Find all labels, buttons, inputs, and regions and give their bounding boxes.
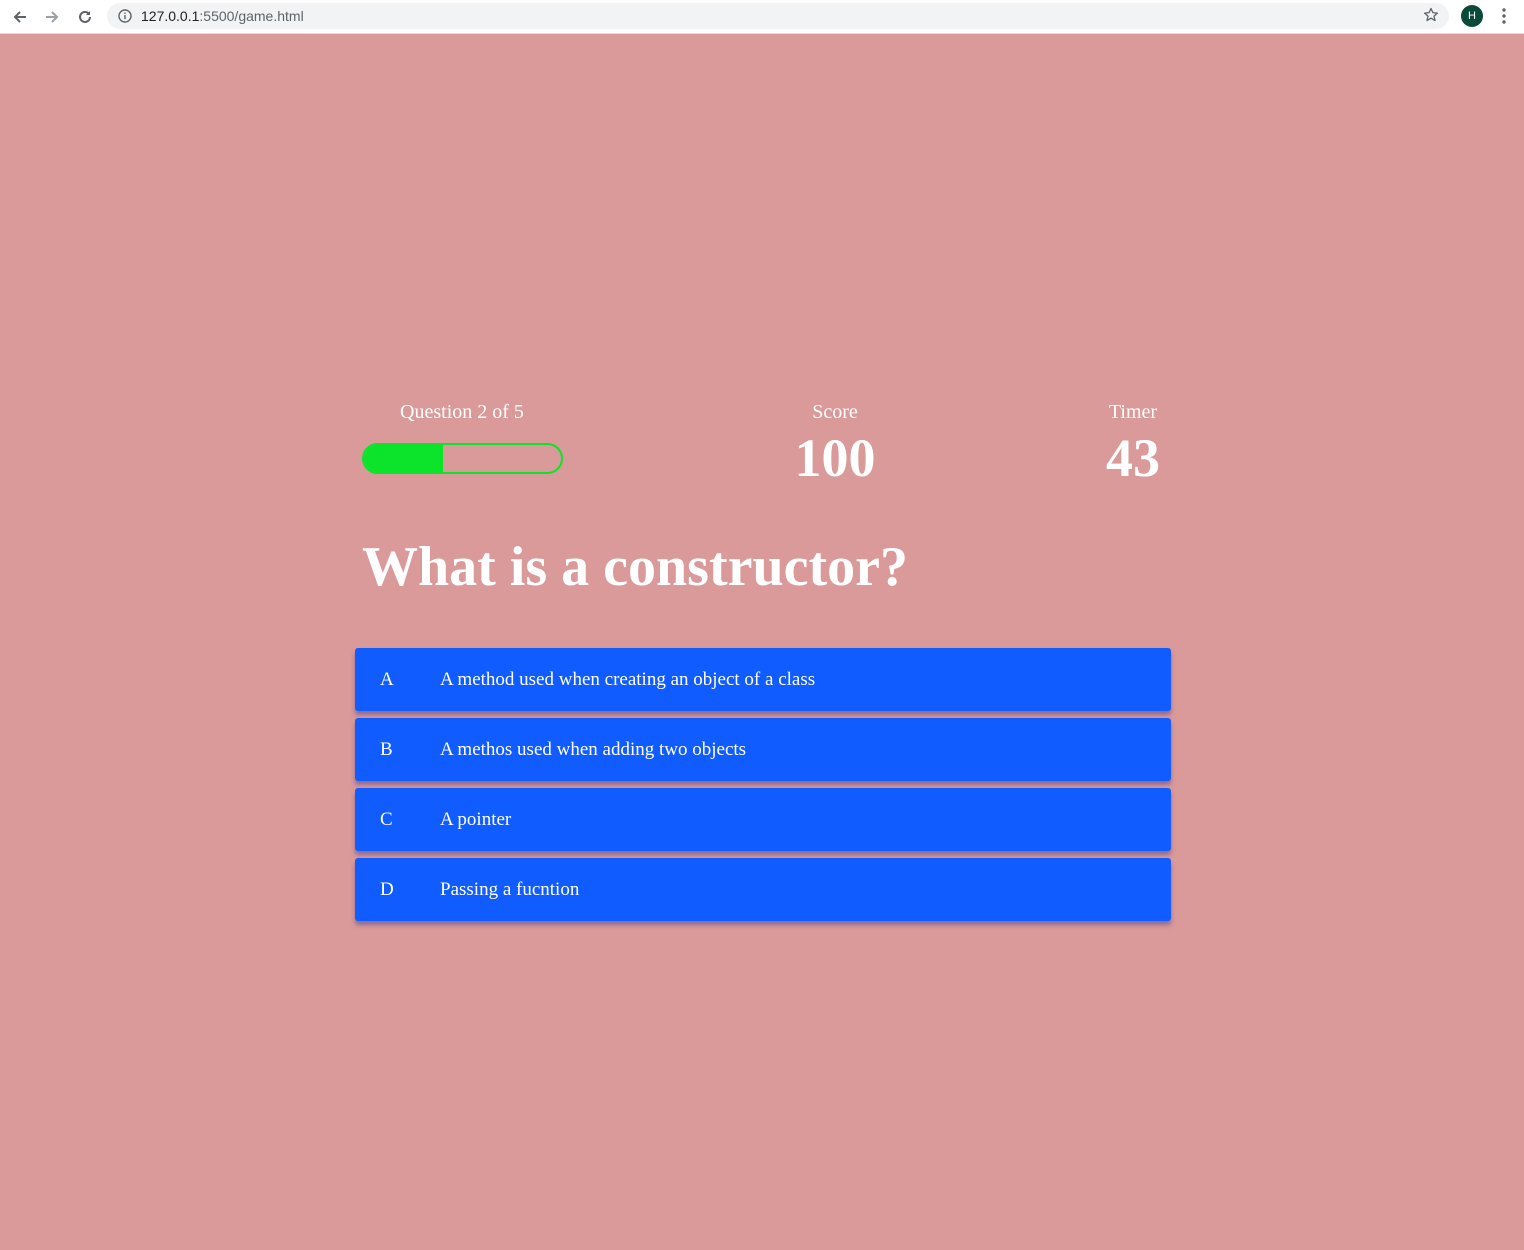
reload-icon[interactable]: [73, 5, 97, 29]
score-label: Score: [812, 401, 858, 423]
more-vert-icon[interactable]: [1496, 6, 1512, 31]
star-icon[interactable]: [1423, 7, 1439, 28]
choice-b[interactable]: B A methos used when adding two objects: [355, 718, 1171, 781]
choice-d[interactable]: D Passing a fucntion: [355, 858, 1171, 921]
question-progress: Question 2 of 5: [362, 400, 562, 424]
browser-toolbar: 127.0.0.1:5500/game.html H: [0, 0, 1524, 34]
info-icon[interactable]: [118, 9, 132, 28]
url-host: 127.0.0.1: [141, 8, 200, 24]
choice-prefix: C: [380, 809, 393, 830]
progress-text: Question 2 of 5: [400, 401, 524, 423]
choice-c[interactable]: C A pointer: [355, 788, 1171, 851]
timer-block: Timer 43: [1073, 400, 1193, 488]
score-block: Score 100: [775, 400, 895, 488]
timer-value: 43: [1106, 428, 1160, 488]
timer-label: Timer: [1108, 401, 1158, 423]
choice-a[interactable]: A A method used when creating an object …: [355, 648, 1171, 711]
choice-text: A method used when creating an object of…: [440, 669, 816, 690]
progress-bar-fill: [364, 445, 443, 472]
forward-arrow-icon[interactable]: [40, 5, 64, 29]
progress-bar: [362, 443, 563, 474]
back-arrow-icon[interactable]: [8, 5, 32, 29]
choice-prefix: A: [380, 669, 394, 690]
avatar[interactable]: H: [1461, 5, 1483, 27]
score-value: 100: [794, 428, 876, 488]
choice-text: A pointer: [440, 809, 512, 830]
url-text: 127.0.0.1:5500/game.html: [141, 7, 304, 25]
choice-prefix: B: [380, 739, 393, 760]
choice-text: A methos used when adding two objects: [440, 739, 747, 760]
question-text: What is a constructor?: [362, 536, 908, 598]
address-bar[interactable]: 127.0.0.1:5500/game.html: [107, 3, 1449, 29]
choice-text: Passing a fucntion: [440, 879, 580, 900]
choice-prefix: D: [380, 879, 394, 900]
url-path: :5500/game.html: [199, 8, 304, 24]
